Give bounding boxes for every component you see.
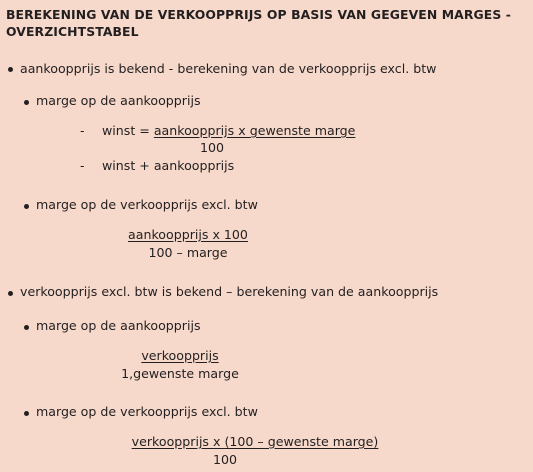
section1-sub1-label: marge op de aankoopprijs bbox=[36, 93, 201, 108]
formula1-numerator: aankoopprijs x 100 bbox=[128, 227, 248, 242]
bullet-icon bbox=[24, 411, 29, 416]
page-title: BEREKENING VAN DE VERKOOPPRIJS OP BASIS … bbox=[6, 7, 511, 39]
formula-winst-numerator: aankoopprijs x gewenste marge bbox=[153, 123, 356, 138]
bullet-icon bbox=[24, 325, 29, 330]
dash-icon: - bbox=[80, 158, 85, 173]
formula3-denominator: 100 bbox=[212, 452, 238, 467]
bullet-icon bbox=[8, 291, 13, 296]
section1-sub2-label: marge op de verkoopprijs excl. btw bbox=[36, 197, 258, 212]
dash-icon: - bbox=[80, 123, 85, 138]
formula-winst-plus: winst + aankoopprijs bbox=[102, 158, 235, 173]
section2-sub2-label: marge op de verkoopprijs excl. btw bbox=[36, 404, 258, 419]
bullet-icon bbox=[24, 100, 29, 105]
section2-heading: verkoopprijs excl. btw is bekend – berek… bbox=[20, 284, 439, 299]
formula2-denominator: 1,gewenste marge bbox=[121, 366, 239, 381]
formula2-numerator: verkoopprijs bbox=[141, 348, 219, 363]
formula-winst-prefix: winst = bbox=[102, 123, 154, 138]
section2-sub1-label: marge op de aankoopprijs bbox=[36, 318, 201, 333]
formula-winst-denominator: 100 bbox=[199, 140, 225, 155]
bullet-icon bbox=[8, 67, 13, 72]
section1-heading: aankoopprijs is bekend - berekening van … bbox=[20, 61, 437, 76]
formula-winst: winst = aankoopprijs x gewenste marge bbox=[102, 123, 355, 139]
bullet-icon bbox=[24, 204, 29, 209]
formula3-numerator: verkoopprijs x (100 – gewenste marge) bbox=[131, 434, 379, 449]
formula1-denominator: 100 – marge bbox=[148, 245, 228, 260]
